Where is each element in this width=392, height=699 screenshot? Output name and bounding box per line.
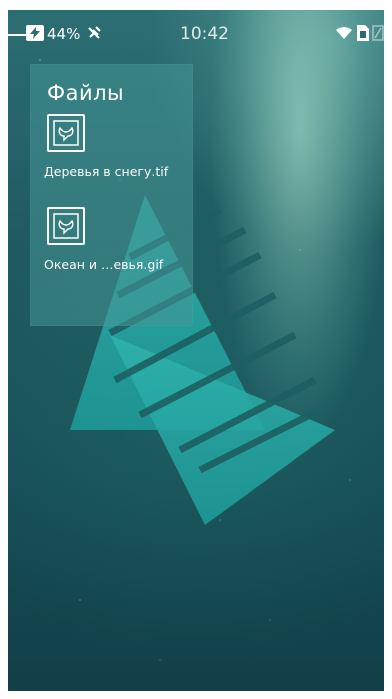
image-file-icon: [47, 114, 85, 152]
panel-title: Файлы: [47, 81, 125, 105]
files-panel: Файлы Деревья в снегу.tif Океан и …евья.…: [30, 64, 193, 326]
image-file-icon: [47, 207, 85, 245]
file-item[interactable]: Деревья в снегу.tif: [44, 114, 192, 180]
charging-icon: [26, 25, 44, 41]
no-signal-icon: [88, 26, 101, 39]
clock: 10:42: [180, 24, 229, 44]
sim-icon: [357, 25, 369, 41]
battery-icon: [372, 25, 384, 41]
file-item[interactable]: Океан и …евья.gif: [44, 207, 192, 273]
status-bar: 44% 10:42: [0, 22, 392, 48]
status-divider: [8, 34, 26, 36]
battery-percent: 44%: [47, 25, 81, 43]
wifi-icon: [336, 27, 352, 39]
file-name: Океан и …евья.gif: [44, 257, 164, 272]
file-name: Деревья в снегу.tif: [44, 164, 169, 179]
